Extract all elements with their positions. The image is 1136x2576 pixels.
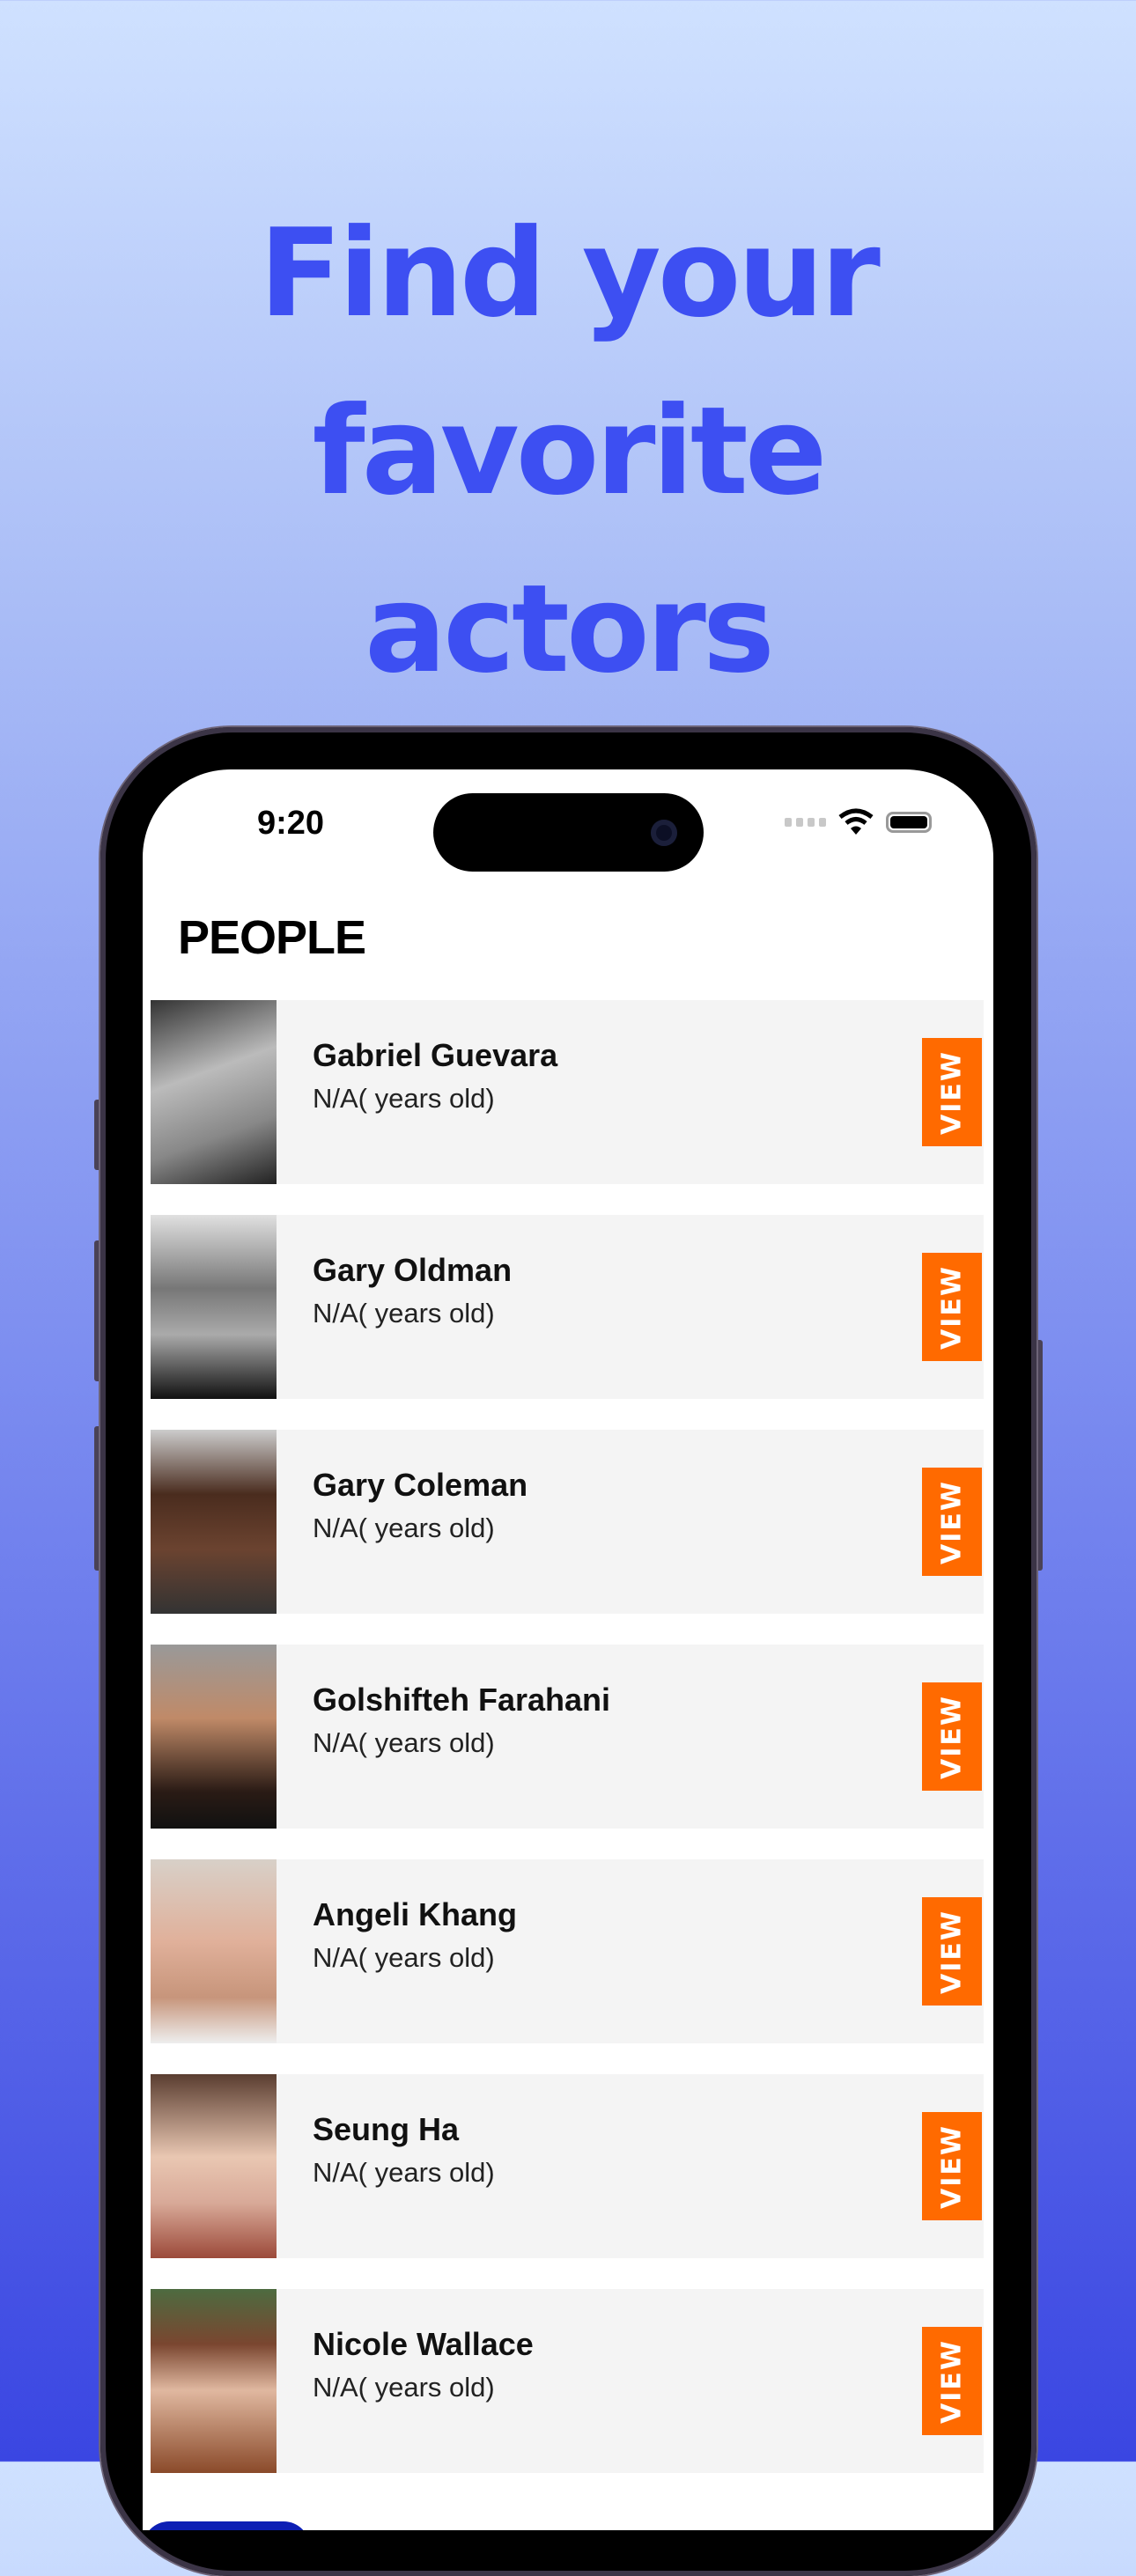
person-age: N/A( years old): [313, 1298, 495, 1328]
camera-icon: [651, 820, 677, 846]
person-name: Angeli Khang: [313, 1896, 517, 1932]
person-name: Gary Oldman: [313, 1252, 513, 1288]
wifi-icon: [838, 808, 874, 835]
view-button[interactable]: VIEW: [922, 1038, 982, 1146]
view-button[interactable]: VIEW: [922, 1682, 982, 1791]
status-time: 9:20: [257, 805, 325, 842]
person-name: Golshifteh Farahani: [313, 1682, 611, 1718]
person-row[interactable]: Seung Ha N/A( years old) VIEW: [151, 2074, 984, 2258]
person-name: Gary Coleman: [313, 1467, 528, 1503]
view-button[interactable]: VIEW: [922, 1253, 982, 1361]
view-button[interactable]: VIEW: [922, 1897, 982, 2006]
view-button[interactable]: VIEW: [922, 2327, 982, 2435]
page-title: PEOPLE: [178, 911, 366, 964]
person-photo: [151, 1000, 277, 1184]
person-age: N/A( years old): [313, 1942, 495, 1973]
view-label: VIEW: [936, 1694, 968, 1779]
person-row[interactable]: Golshifteh Farahani N/A( years old) VIEW: [151, 1645, 984, 1829]
headline: Find your favorite actors: [0, 185, 1136, 718]
person-photo: [151, 2074, 277, 2258]
person-age: N/A( years old): [313, 2157, 495, 2188]
view-label: VIEW: [936, 1049, 968, 1135]
view-label: VIEW: [936, 1909, 968, 1994]
cellular-signal-icon: [785, 818, 826, 827]
dynamic-island: [433, 793, 704, 872]
view-label: VIEW: [936, 1479, 968, 1564]
person-name: Gabriel Guevara: [313, 1037, 558, 1073]
person-name: Nicole Wallace: [313, 2326, 534, 2362]
person-age: N/A( years old): [313, 2372, 495, 2403]
view-label: VIEW: [936, 2338, 968, 2424]
headline-line-2: actors: [365, 558, 775, 700]
view-button[interactable]: VIEW: [922, 1468, 982, 1576]
person-photo: [151, 1859, 277, 2043]
person-photo: [151, 1215, 277, 1399]
person-photo: [151, 1645, 277, 1829]
person-row[interactable]: Angeli Khang N/A( years old) VIEW: [151, 1859, 984, 2043]
bottom-tab-bar[interactable]: [143, 2521, 310, 2530]
status-icons: [785, 808, 932, 836]
person-row[interactable]: Gabriel Guevara N/A( years old) VIEW: [151, 1000, 984, 1184]
power-button: [1036, 1340, 1043, 1571]
person-age: N/A( years old): [313, 1727, 495, 1758]
phone-screen: 9:20 PEOPLE Gabriel Guevara N/A( years o…: [143, 769, 993, 2530]
headline-line-1: Find your favorite: [259, 202, 881, 522]
person-age: N/A( years old): [313, 1083, 495, 1114]
battery-icon: [886, 812, 932, 833]
view-label: VIEW: [936, 2123, 968, 2209]
person-row[interactable]: Nicole Wallace N/A( years old) VIEW: [151, 2289, 984, 2473]
person-row[interactable]: Gary Oldman N/A( years old) VIEW: [151, 1215, 984, 1399]
person-age: N/A( years old): [313, 1512, 495, 1543]
view-button[interactable]: VIEW: [922, 2112, 982, 2220]
person-row[interactable]: Gary Coleman N/A( years old) VIEW: [151, 1430, 984, 1614]
person-photo: [151, 1430, 277, 1614]
view-label: VIEW: [936, 1264, 968, 1350]
person-name: Seung Ha: [313, 2111, 460, 2147]
person-photo: [151, 2289, 277, 2473]
